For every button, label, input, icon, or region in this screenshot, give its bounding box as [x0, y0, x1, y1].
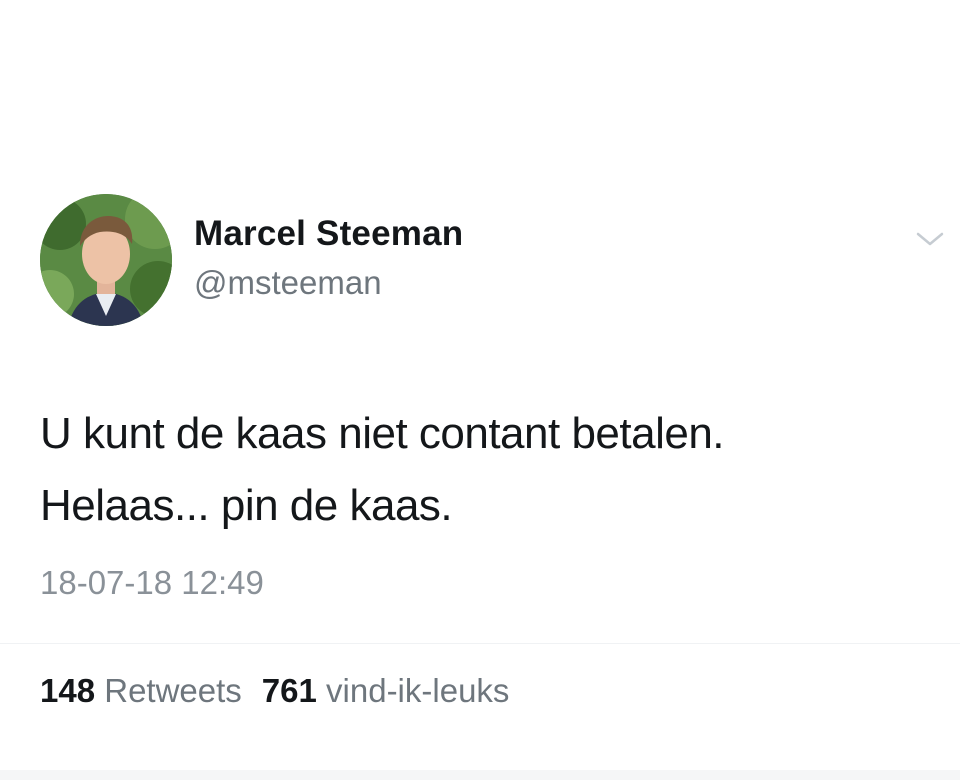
tweet-card: Marcel Steeman @msteeman U kunt de kaas …: [0, 0, 960, 780]
tweet-text-line: Helaas... pin de kaas.: [40, 481, 453, 530]
avatar[interactable]: [40, 194, 172, 326]
retweets-label: Retweets: [104, 672, 242, 709]
user-name[interactable]: Marcel Steeman: [194, 214, 463, 254]
user-handle[interactable]: @msteeman: [194, 264, 382, 302]
tweet-timestamp[interactable]: 18-07-18 12:49: [40, 564, 264, 602]
retweets-stat[interactable]: 148 Retweets: [40, 672, 242, 709]
tweet-text-line: U kunt de kaas niet contant betalen.: [40, 409, 725, 458]
chevron-down-icon[interactable]: [913, 228, 947, 250]
likes-count: 761: [261, 672, 317, 709]
retweets-count: 148: [40, 672, 96, 709]
divider: [0, 643, 960, 644]
likes-label: vind-ik-leuks: [326, 672, 510, 709]
tweet-text: U kunt de kaas niet contant betalen. Hel…: [40, 398, 920, 542]
likes-stat[interactable]: 761 vind-ik-leuks: [262, 672, 510, 709]
tweet-stats: 148 Retweets 761 vind-ik-leuks: [40, 672, 509, 710]
bottom-bar: [0, 770, 960, 780]
